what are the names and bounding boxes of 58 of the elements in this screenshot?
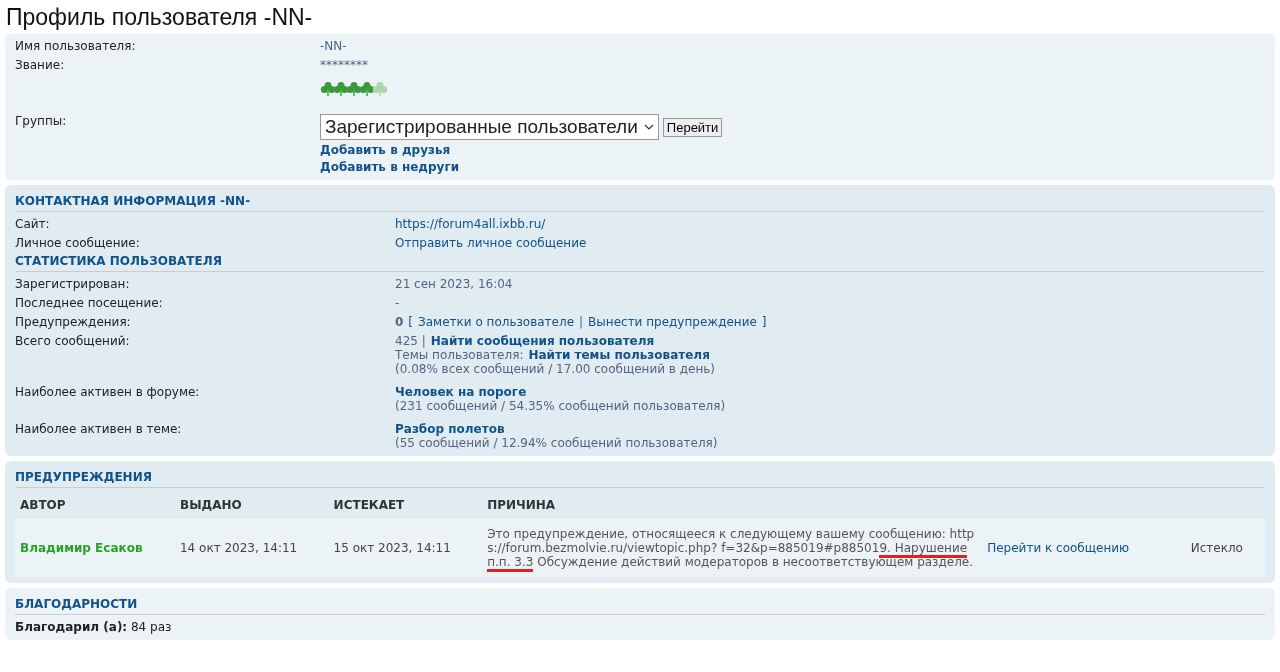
bracket: [ — [408, 315, 414, 329]
field-link[interactable]: https://forum4all.ixbb.ru/ — [395, 217, 1265, 231]
field-value: -NN- — [320, 39, 348, 53]
field-label: Группы: — [15, 114, 67, 130]
user-action-link[interactable]: Заметки о пользователе — [418, 315, 575, 329]
chevron-down-icon — [643, 124, 654, 130]
post-count: 425 | — [395, 334, 426, 348]
field-label: Звание: — [15, 58, 65, 72]
column-header: ПРИЧИНА — [482, 493, 1265, 519]
search-topics-link[interactable]: Найти темы пользователя — [528, 348, 710, 362]
field-link[interactable]: Отправить личное сообщение — [395, 236, 1265, 250]
field-label: Зарегистрирован: — [15, 277, 130, 291]
page-title: Профиль пользователя -NN- — [5, 3, 314, 32]
clover-icon — [346, 81, 362, 97]
column-header: АВТОР — [15, 493, 175, 519]
group-dropdown[interactable]: Зарегистрированные пользователи — [320, 114, 659, 140]
clover-icon — [359, 81, 375, 97]
profile-link[interactable]: Добавить в друзья — [320, 143, 451, 157]
field-value: - — [395, 296, 401, 310]
active-link[interactable]: Разбор полетов — [395, 422, 505, 436]
field-label: Имя пользователя: — [15, 39, 136, 53]
field-value: ******** — [320, 58, 369, 72]
field-label: Наиболее активен в форуме: — [15, 385, 200, 401]
author-name: Владимир Есаков — [20, 541, 143, 555]
section-heading: ПРЕДУПРЕЖДЕНИЯ — [15, 466, 1265, 488]
field-label: Личное сообщение: — [15, 236, 140, 250]
clover-icon — [320, 81, 336, 97]
user-action-link[interactable]: Вынести предупреждение — [588, 315, 757, 329]
activity-note: (55 сообщений / 12.94% сообщений пользователя) — [395, 436, 719, 450]
field-label: Последнее посещение: — [15, 296, 163, 310]
clover-icon — [333, 81, 349, 97]
table-cell: 14 окт 2023, 14:11 — [180, 541, 298, 555]
active-link[interactable]: Человек на пороге — [395, 385, 527, 399]
table-cell: 15 окт 2023, 14:11 — [333, 541, 451, 555]
field-label: Предупреждения: — [15, 315, 131, 329]
post-stats-note: (0.08% всех сообщений / 17.00 сообщений в день) — [395, 362, 717, 376]
search-posts-link[interactable]: Найти сообщения пользователя — [430, 334, 655, 348]
activity-note: (231 сообщений / 54.35% сообщений пользователя) — [395, 399, 727, 413]
thanks-text: Благодарил (а): 84 раз — [15, 620, 173, 634]
separator: | — [579, 315, 584, 329]
go-to-post-link[interactable]: Перейти к сообщению — [987, 541, 1130, 555]
topics-label: Темы пользователя: — [395, 348, 524, 362]
field-label: Всего сообщений: — [15, 334, 130, 350]
go-button[interactable]: Перейти — [662, 117, 723, 137]
warning-count: 0 — [395, 315, 404, 329]
column-header: ИСТЕКАЕТ — [328, 493, 483, 519]
section-heading: КОНТАКТНАЯ ИНФОРМАЦИЯ -NN- — [15, 190, 1265, 212]
section-heading: СТАТИСТИКА ПОЛЬЗОВАТЕЛЯ — [15, 250, 1265, 272]
status-text: Истекло — [1190, 541, 1243, 555]
section-heading: БЛАГОДАРНОСТИ — [15, 593, 1265, 615]
field-value: 21 сен 2023, 16:04 — [395, 277, 514, 291]
field-label: Наиболее активен в теме: — [15, 422, 182, 438]
warning-reason: Это предупреждение, относящееся к следующему вашему сообщению: https://forum.bezmolvie.ru/viewtopic.php? f=32&p=885019#p885019. Нарушение п.п. 3.3 Обсуждение действий модераторов в несоответствующем разделе. — [487, 527, 978, 569]
profile-link[interactable]: Добавить в недруги — [320, 160, 460, 174]
field-label: Сайт: — [15, 217, 50, 231]
faded-clover-icon — [372, 81, 388, 97]
bracket: ] — [761, 315, 767, 329]
column-header: ВЫДАНО — [175, 493, 329, 519]
